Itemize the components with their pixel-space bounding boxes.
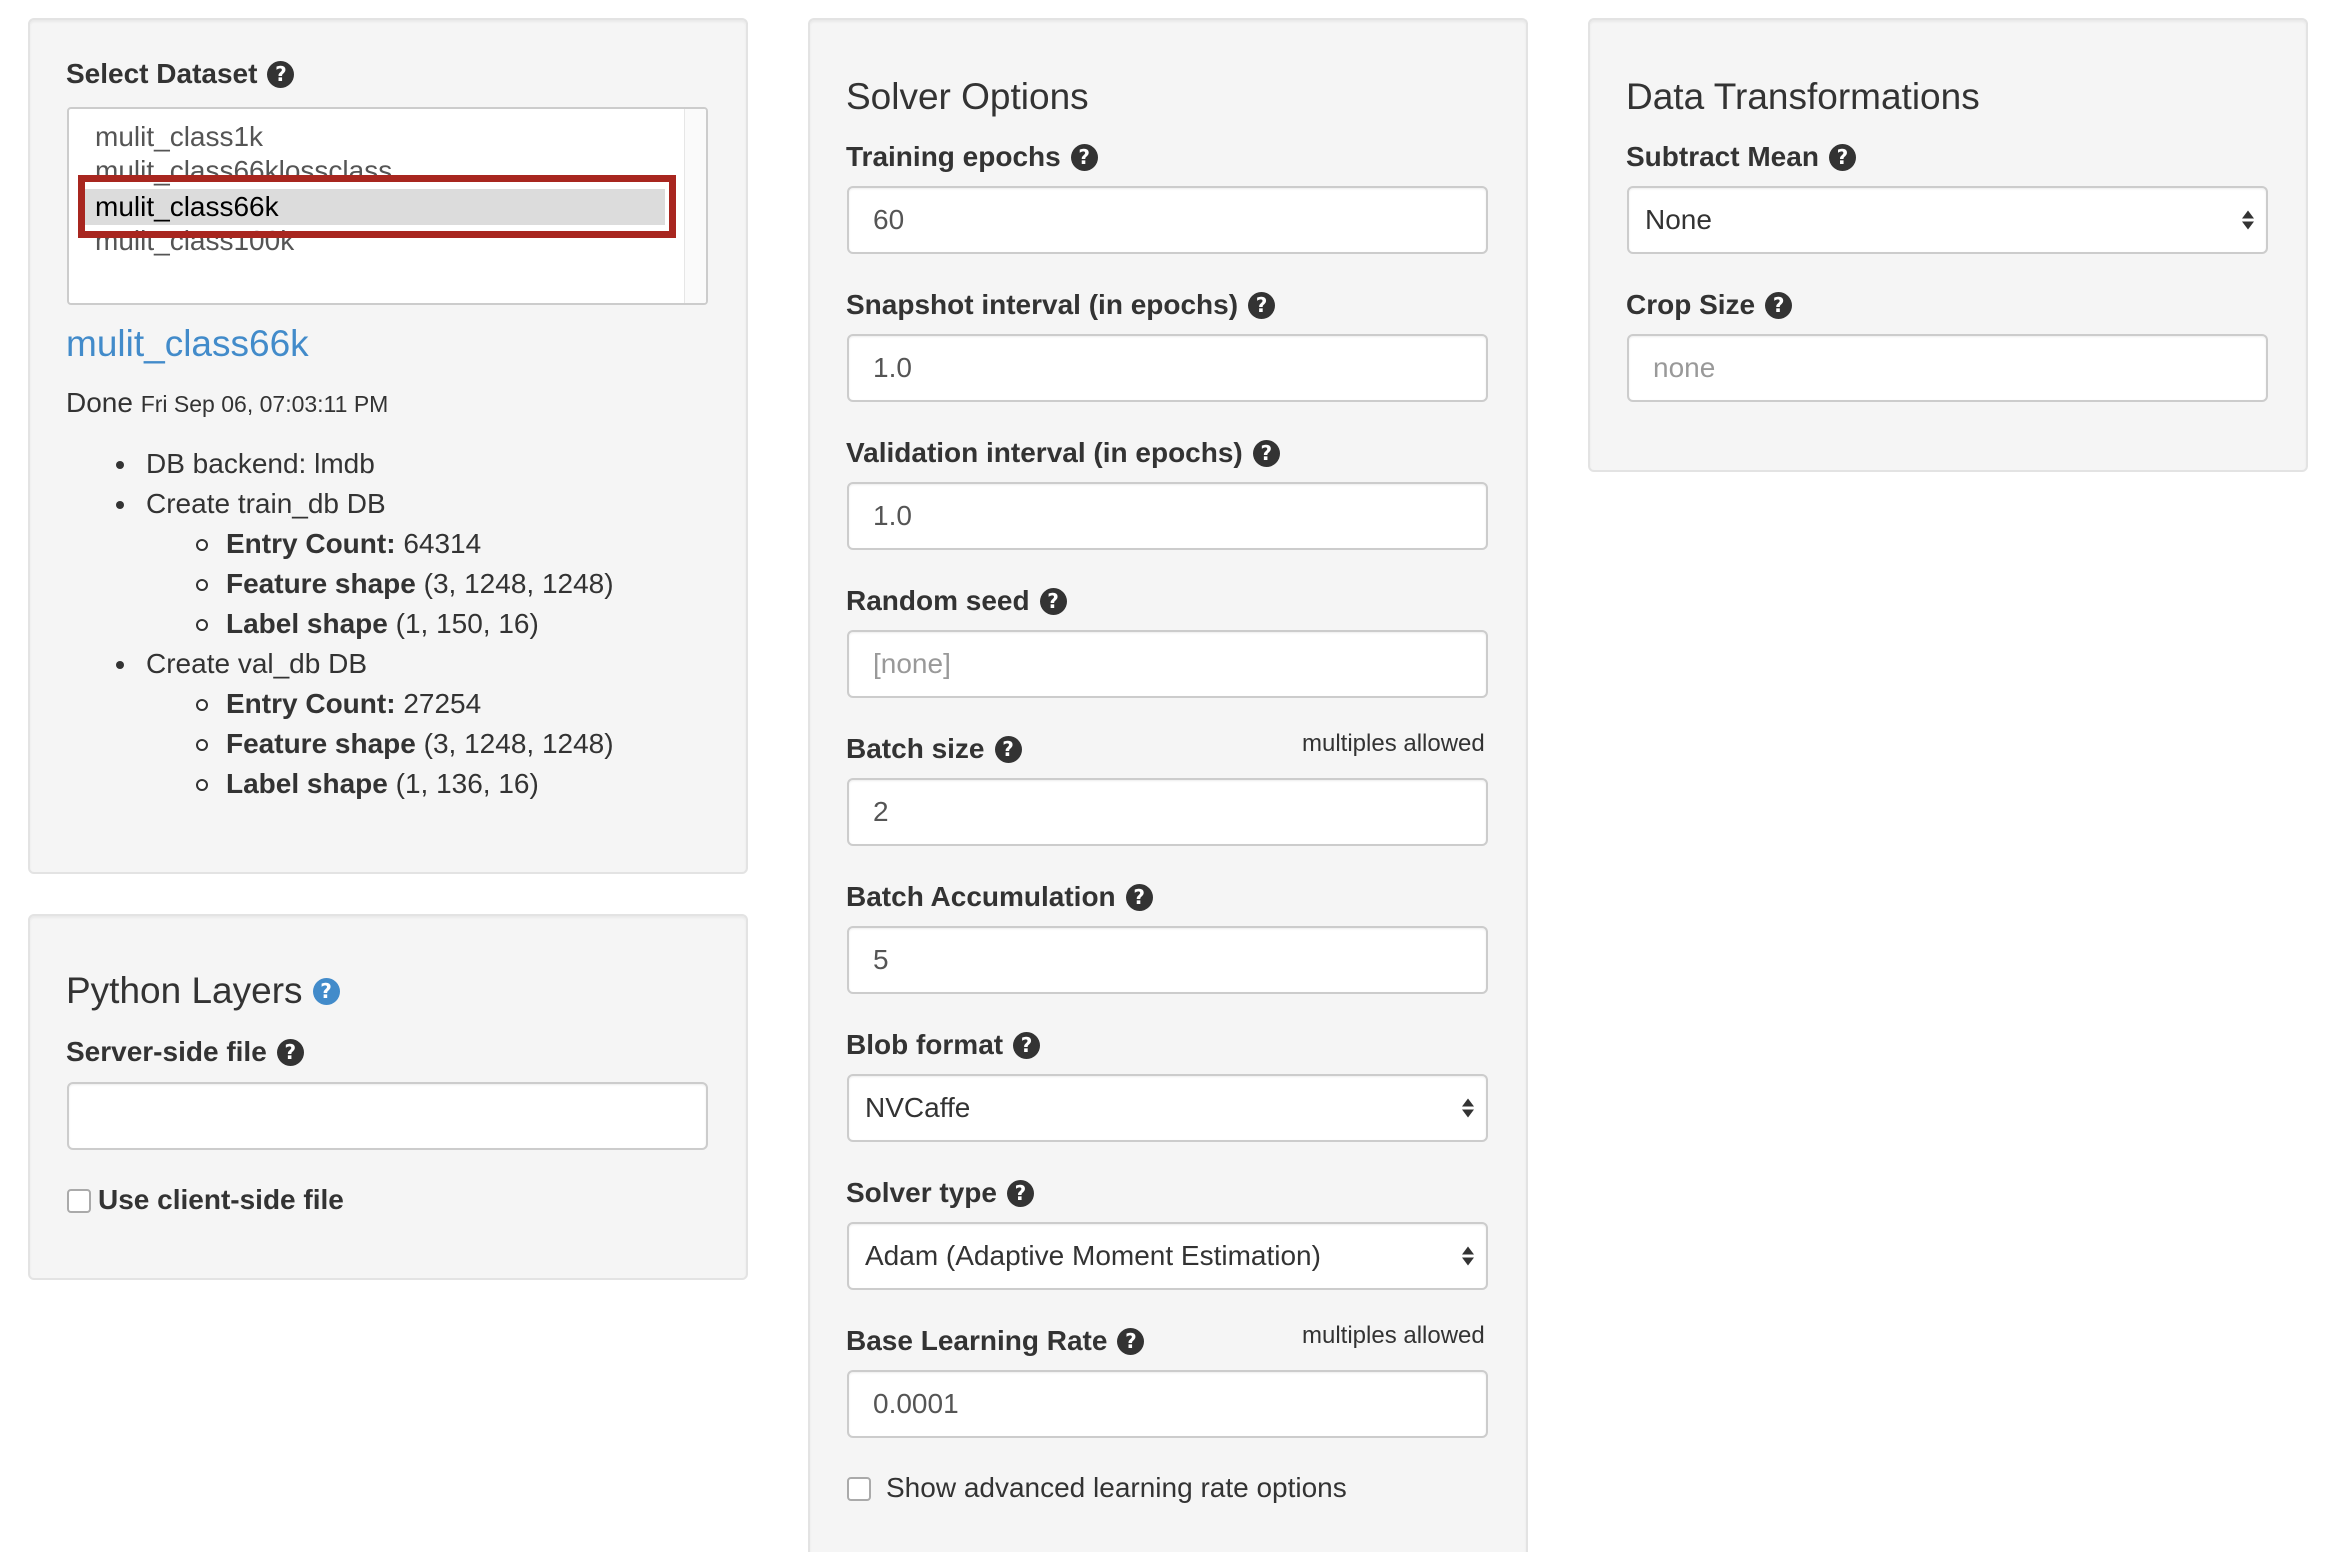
validation-interval-label: Validation interval (in epochs) ? [846, 437, 1280, 469]
training-epochs-input[interactable]: 60 [847, 186, 1488, 254]
snapshot-interval-label: Snapshot interval (in epochs) ? [846, 289, 1276, 321]
server-side-file-label: Server-side file ? [66, 1036, 304, 1068]
snapshot-interval-input[interactable]: 1.0 [847, 334, 1488, 402]
python-layers-title: Python Layers ? [66, 970, 340, 1012]
select-arrows-icon [1462, 1098, 1474, 1118]
use-client-side-file-label[interactable]: Use client-side file [98, 1184, 344, 1216]
question-circle-icon[interactable]: ? [994, 735, 1022, 763]
select-arrows-icon [2242, 210, 2254, 230]
batch-accumulation-label: Batch Accumulation ? [846, 881, 1153, 913]
question-circle-icon[interactable]: ? [267, 60, 295, 88]
training-epochs-label: Training epochs ? [846, 141, 1098, 173]
question-circle-icon[interactable]: ? [312, 977, 340, 1005]
question-circle-icon[interactable]: ? [276, 1038, 304, 1066]
subtract-mean-label: Subtract Mean ? [1626, 141, 1856, 173]
question-circle-icon[interactable]: ? [1117, 1327, 1145, 1355]
question-circle-icon[interactable]: ? [1248, 291, 1276, 319]
solver-type-label: Solver type ? [846, 1177, 1034, 1209]
dataset-info-list: DB backend: lmdb Create train_db DB Entr… [116, 444, 614, 804]
question-circle-icon[interactable]: ? [1252, 439, 1280, 467]
list-item: Feature shape (3, 1248, 1248) [196, 564, 614, 604]
select-arrows-icon [1462, 1246, 1474, 1266]
base-learning-rate-hint: multiples allowed [1302, 1322, 1485, 1349]
question-circle-icon[interactable]: ? [1013, 1031, 1041, 1059]
batch-accumulation-input[interactable]: 5 [847, 926, 1488, 994]
question-circle-icon[interactable]: ? [1828, 143, 1856, 171]
list-item: Label shape (1, 150, 16) [196, 604, 614, 644]
dataset-status: Done Fri Sep 06, 07:03:11 PM [66, 387, 389, 418]
blob-format-label: Blob format ? [846, 1029, 1041, 1061]
dataset-option[interactable]: mulit_class1k [95, 121, 263, 153]
server-side-file-input[interactable] [67, 1082, 708, 1150]
question-circle-icon[interactable]: ? [1006, 1179, 1034, 1207]
question-circle-icon[interactable]: ? [1765, 291, 1793, 319]
batch-size-input[interactable]: 2 [847, 778, 1488, 846]
list-item: Create val_db DB [116, 644, 614, 684]
selected-dataset-link[interactable]: mulit_class66k [66, 323, 309, 365]
advanced-lr-label[interactable]: Show advanced learning rate options [886, 1472, 1347, 1504]
question-circle-icon[interactable]: ? [1125, 883, 1153, 911]
random-seed-label: Random seed ? [846, 585, 1067, 617]
selection-highlight-box [78, 175, 676, 238]
dataset-timestamp: Fri Sep 06, 07:03:11 PM [140, 391, 389, 417]
data-transformations-title: Data Transformations [1626, 76, 1980, 117]
list-item: Create train_db DB [116, 484, 614, 524]
list-item: Label shape (1, 136, 16) [196, 764, 614, 804]
random-seed-input[interactable]: [none] [847, 630, 1488, 698]
base-learning-rate-input[interactable]: 0.0001 [847, 1370, 1488, 1438]
validation-interval-input[interactable]: 1.0 [847, 482, 1488, 550]
crop-size-input[interactable]: none [1627, 334, 2268, 402]
solver-type-select[interactable]: Adam (Adaptive Moment Estimation) [847, 1222, 1488, 1290]
use-client-side-file-checkbox[interactable] [67, 1189, 91, 1213]
batch-size-label: Batch size ? [846, 733, 1022, 765]
question-circle-icon[interactable]: ? [1039, 587, 1067, 615]
list-item: Entry Count: 27254 [196, 684, 614, 724]
solver-options-title: Solver Options [846, 76, 1089, 117]
listbox-scrollbar[interactable] [684, 109, 706, 303]
blob-format-select[interactable]: NVCaffe [847, 1074, 1488, 1142]
subtract-mean-select[interactable]: None [1627, 186, 2268, 254]
base-learning-rate-label: Base Learning Rate ? [846, 1325, 1145, 1357]
crop-size-label: Crop Size ? [1626, 289, 1793, 321]
question-circle-icon[interactable]: ? [1070, 143, 1098, 171]
list-item: DB backend: lmdb [116, 444, 614, 484]
select-dataset-label: Select Dataset ? [66, 58, 295, 90]
list-item: Entry Count: 64314 [196, 524, 614, 564]
list-item: Feature shape (3, 1248, 1248) [196, 724, 614, 764]
advanced-lr-checkbox[interactable] [847, 1477, 871, 1501]
batch-size-hint: multiples allowed [1302, 730, 1485, 757]
